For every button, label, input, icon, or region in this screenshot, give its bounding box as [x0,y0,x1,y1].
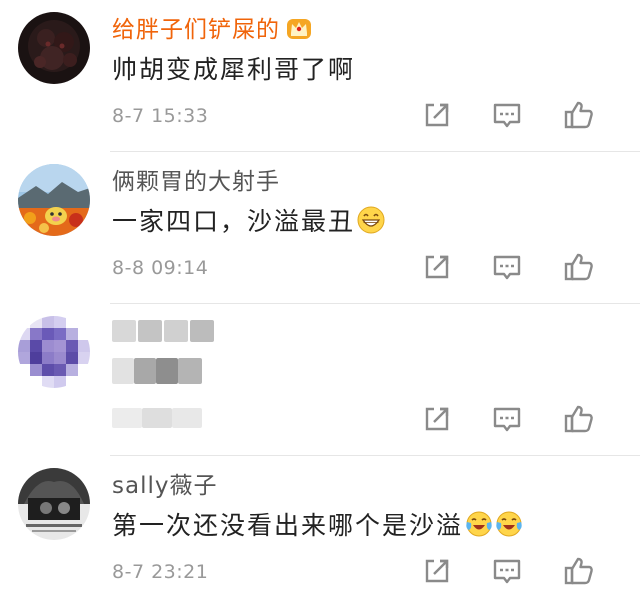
avatar[interactable] [18,164,90,236]
comment-time: 8-7 23:21 [112,561,209,583]
avatar[interactable] [18,468,90,540]
reply-button[interactable] [490,98,524,132]
comment-item: sally薇子 第一次还没看出来哪个是沙溢 8-7 23:21 [0,456,640,607]
username-text[interactable]: sally薇子 [112,473,217,499]
username[interactable]: 给胖子们铲屎的 [112,10,312,44]
username-text[interactable]: 俩颗胃的大射手 [112,169,280,195]
thumbs-up-icon [564,253,593,281]
avatar-blurred [18,316,90,388]
username[interactable]: sally薇子 [112,466,217,500]
comment-icon [493,255,521,280]
reply-button[interactable] [490,402,524,436]
crown-badge-icon [287,19,311,39]
laugh-cry-emoji-icon [466,511,492,537]
like-button[interactable] [562,554,596,588]
reply-button[interactable] [490,250,524,284]
avatar-image [18,12,90,84]
thumbs-up-icon [564,557,593,585]
thumbs-up-icon [564,101,593,129]
share-icon [425,559,449,583]
grin-emoji-icon [357,206,385,234]
comment-text: 第一次还没看出来哪个是沙溢 [112,506,523,542]
comment-actions [420,402,640,436]
username-text[interactable]: 给胖子们铲屎的 [112,17,280,43]
avatar-image [18,164,90,236]
comment-icon [493,559,521,584]
comment-text: 一家四口，沙溢最丑 [112,202,385,238]
username[interactable]: 俩颗胃的大射手 [112,162,280,196]
avatar-image [18,468,90,540]
comment-time: 8-8 09:14 [112,257,209,279]
laugh-cry-emoji-icon [496,511,522,537]
share-button[interactable] [420,402,454,436]
share-button[interactable] [420,554,454,588]
comment-actions [420,554,640,588]
comment-time: 8-7 15:33 [112,105,209,127]
like-button[interactable] [562,250,596,284]
comment-icon [493,407,521,432]
avatar[interactable] [18,12,90,84]
like-button[interactable] [562,98,596,132]
comment-actions [420,98,640,132]
comment-text-content: 一家四口，沙溢最丑 [112,207,356,236]
comment-list: 给胖子们铲屎的 帅胡变成犀利哥了啊 8-7 15:33 俩颗胃的大射手 一家四口… [0,0,640,607]
comment-text-content: 第一次还没看出来哪个是沙溢 [112,511,464,540]
pixelated-time [112,408,212,430]
thumbs-up-icon [564,405,593,433]
share-button[interactable] [420,250,454,284]
like-button[interactable] [562,402,596,436]
comment-icon [493,103,521,128]
pixelated-comment-text [112,356,232,386]
comment-item: 俩颗胃的大射手 一家四口，沙溢最丑 8-8 09:14 [0,152,640,304]
comment-item: 给胖子们铲屎的 帅胡变成犀利哥了啊 8-7 15:33 [0,0,640,152]
comment-text: 帅胡变成犀利哥了啊 [112,55,356,84]
reply-button[interactable] [490,554,524,588]
share-icon [425,103,449,127]
comment-item-blurred [0,304,640,456]
pixelated-username [112,318,222,344]
pixelated-avatar-image [18,316,90,388]
share-icon [425,255,449,279]
share-icon [425,407,449,431]
share-button[interactable] [420,98,454,132]
comment-actions [420,250,640,284]
